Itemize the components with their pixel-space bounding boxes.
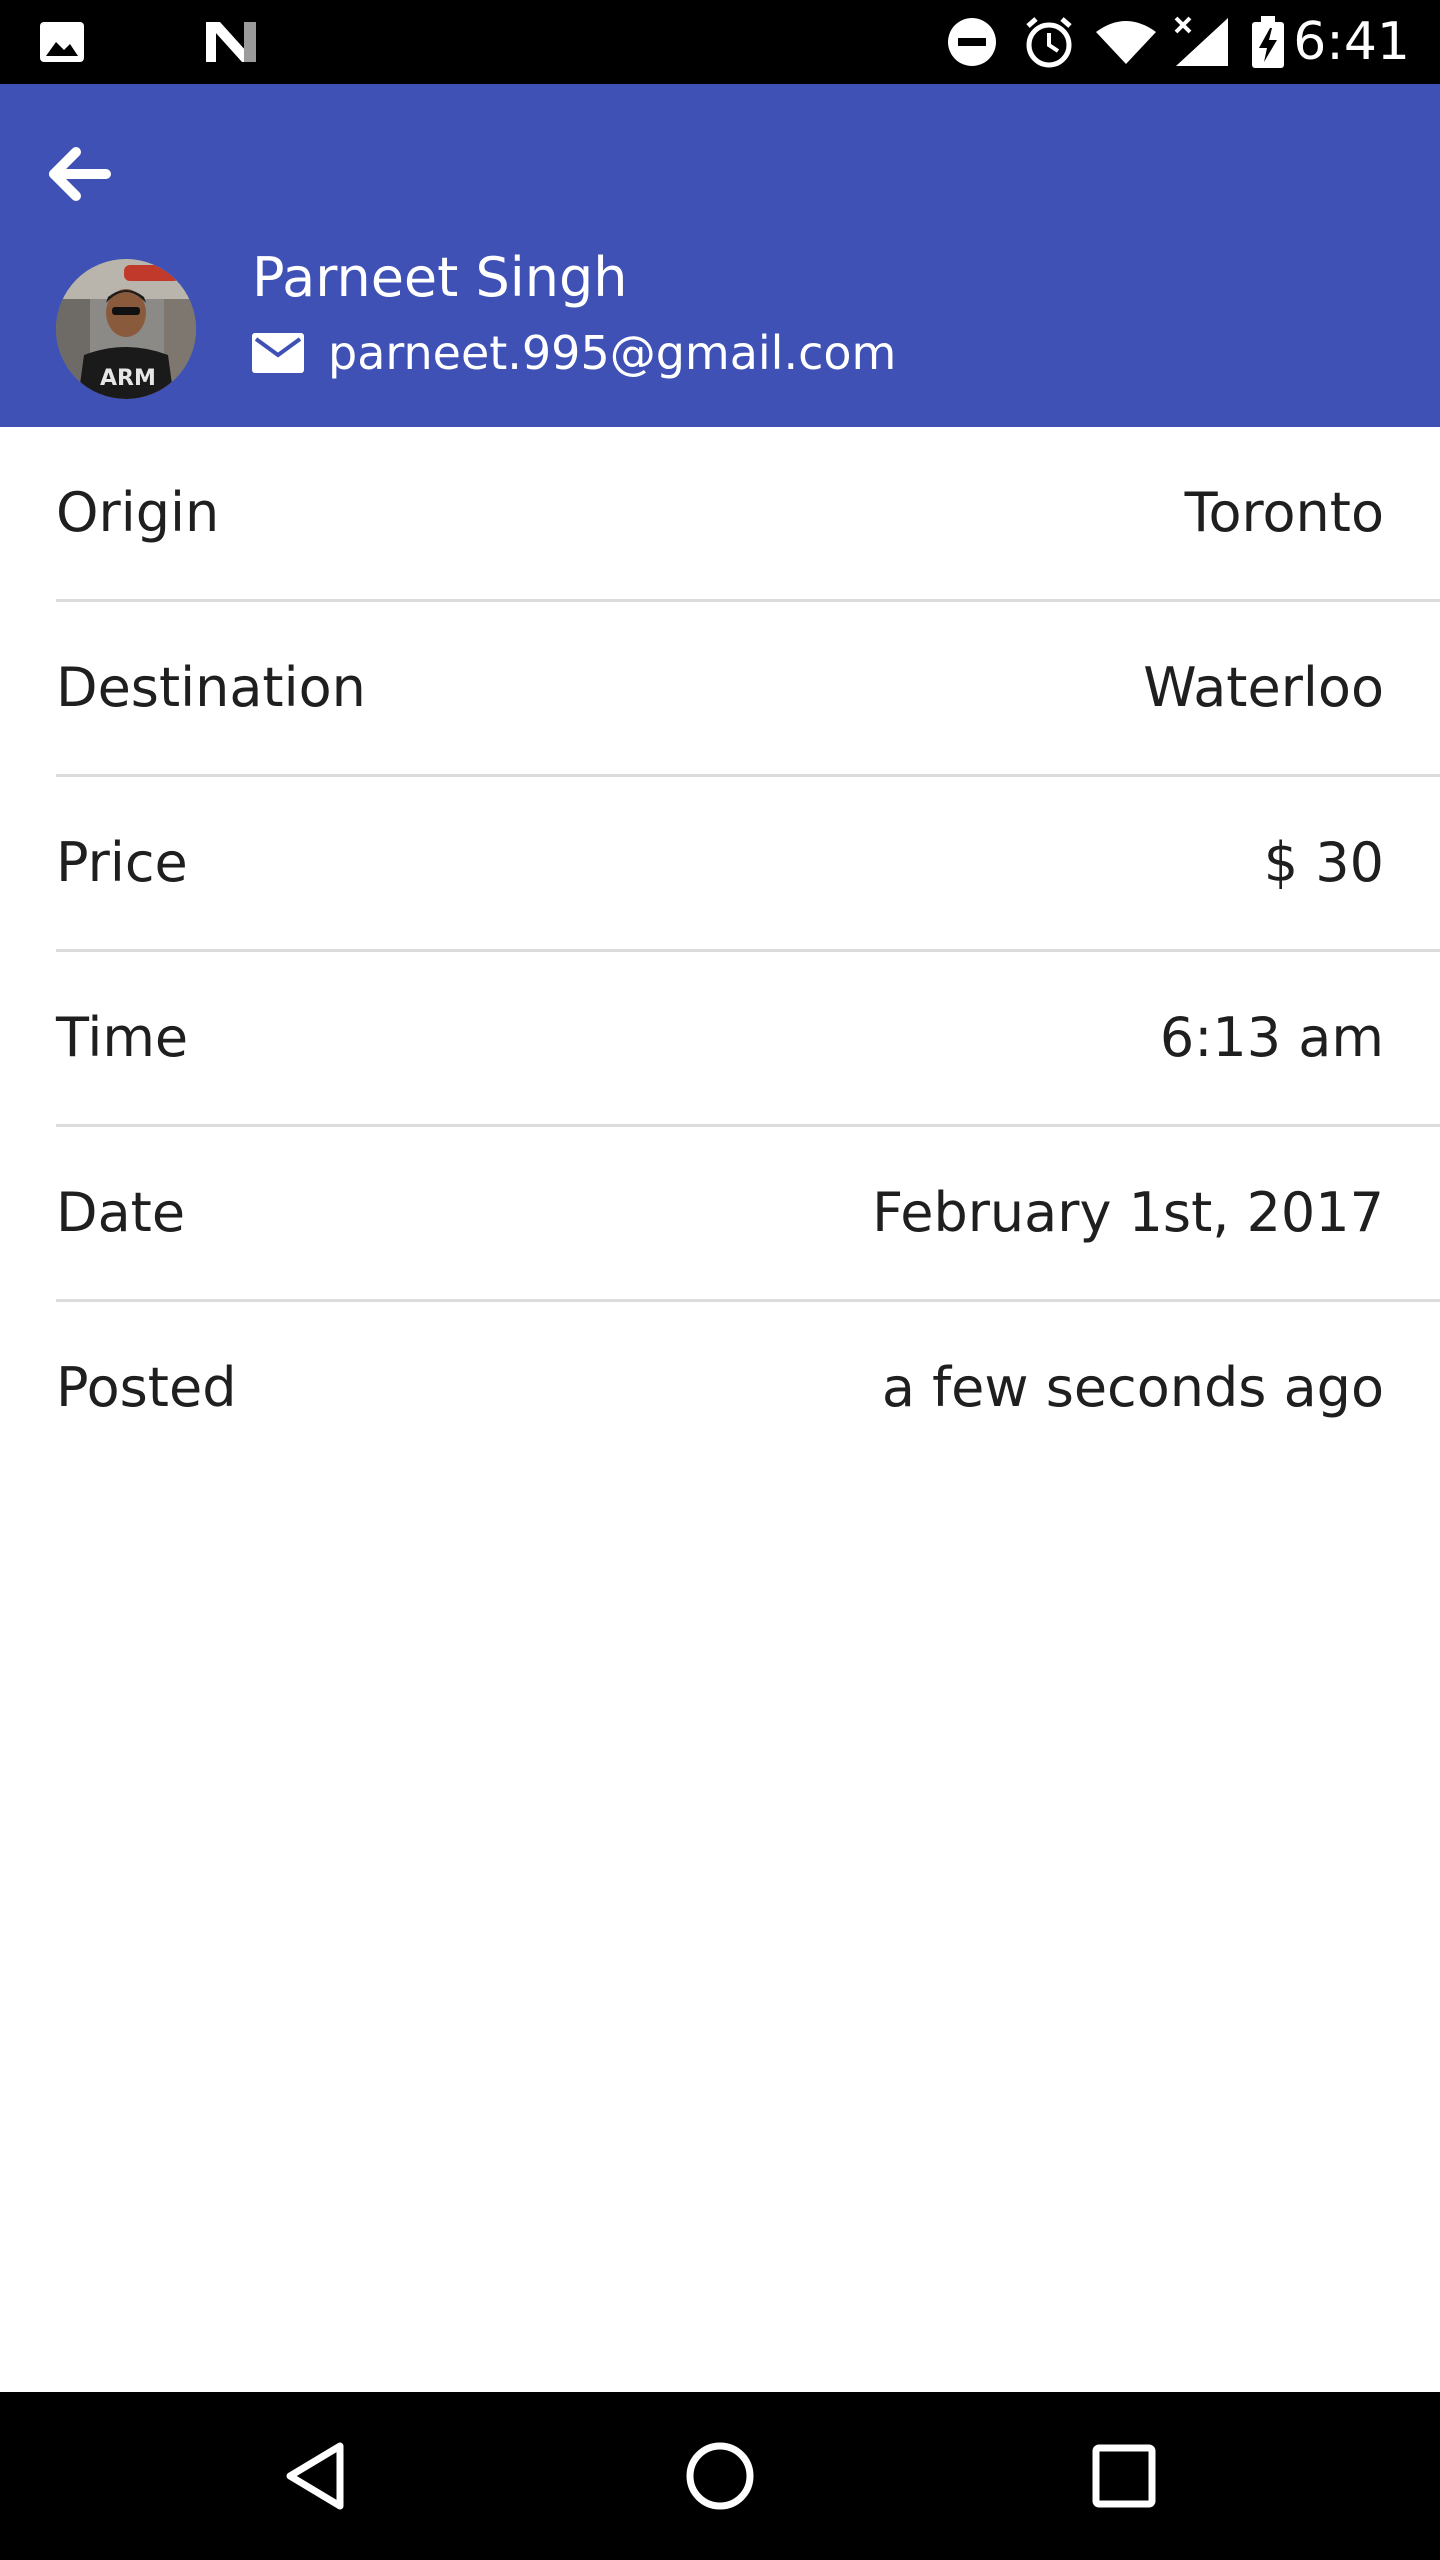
system-nav-bar [0,2392,1440,2560]
detail-row-origin: Origin Toronto [0,427,1440,602]
detail-value: Toronto [1184,481,1384,544]
detail-value: 6:13 am [1159,1006,1384,1069]
detail-value: February 1st, 2017 [872,1181,1384,1244]
detail-label: Destination [56,656,366,719]
back-arrow-icon [49,147,111,201]
detail-label: Origin [56,481,220,544]
nav-recents-icon [1092,2444,1156,2508]
detail-row-destination: Destination Waterloo [0,602,1440,777]
user-email[interactable]: parneet.995@gmail.com [328,326,896,380]
avatar: ARM [56,259,196,399]
nav-home-icon [686,2442,754,2510]
detail-row-date: Date February 1st, 2017 [0,1127,1440,1302]
detail-label: Time [56,1006,189,1069]
n-logo-icon [206,22,256,62]
cellular-no-signal-icon [1174,16,1228,66]
detail-label: Posted [56,1356,237,1419]
wifi-icon [1096,21,1156,64]
image-notification-icon [40,22,84,62]
nav-back-icon [286,2442,344,2510]
nav-home-button[interactable] [670,2426,770,2526]
detail-row-price: Price $ 30 [0,777,1440,952]
detail-row-posted: Posted a few seconds ago [0,1302,1440,1477]
status-bar: 6:41 [0,0,1440,84]
nav-recents-button[interactable] [1074,2426,1174,2526]
user-name: Parneet Singh [252,246,628,309]
battery-charging-icon [1252,16,1284,68]
detail-label: Price [56,831,188,894]
detail-value: $ 30 [1263,831,1384,894]
detail-value: a few seconds ago [881,1356,1384,1419]
nav-back-button[interactable] [266,2426,366,2526]
detail-label: Date [56,1181,186,1244]
mail-icon [252,333,304,373]
alarm-icon [1026,17,1072,68]
ride-details-list: Origin Toronto Destination Waterloo Pric… [0,427,1440,1477]
profile-header: ARM Parneet Singh parneet.995@gmail.com [0,84,1440,427]
status-time: 6:41 [1293,12,1410,72]
back-button[interactable] [30,124,130,224]
svg-text:ARM: ARM [100,366,156,391]
detail-value: Waterloo [1143,656,1384,719]
do-not-disturb-icon [948,18,996,66]
detail-row-time: Time 6:13 am [0,952,1440,1127]
